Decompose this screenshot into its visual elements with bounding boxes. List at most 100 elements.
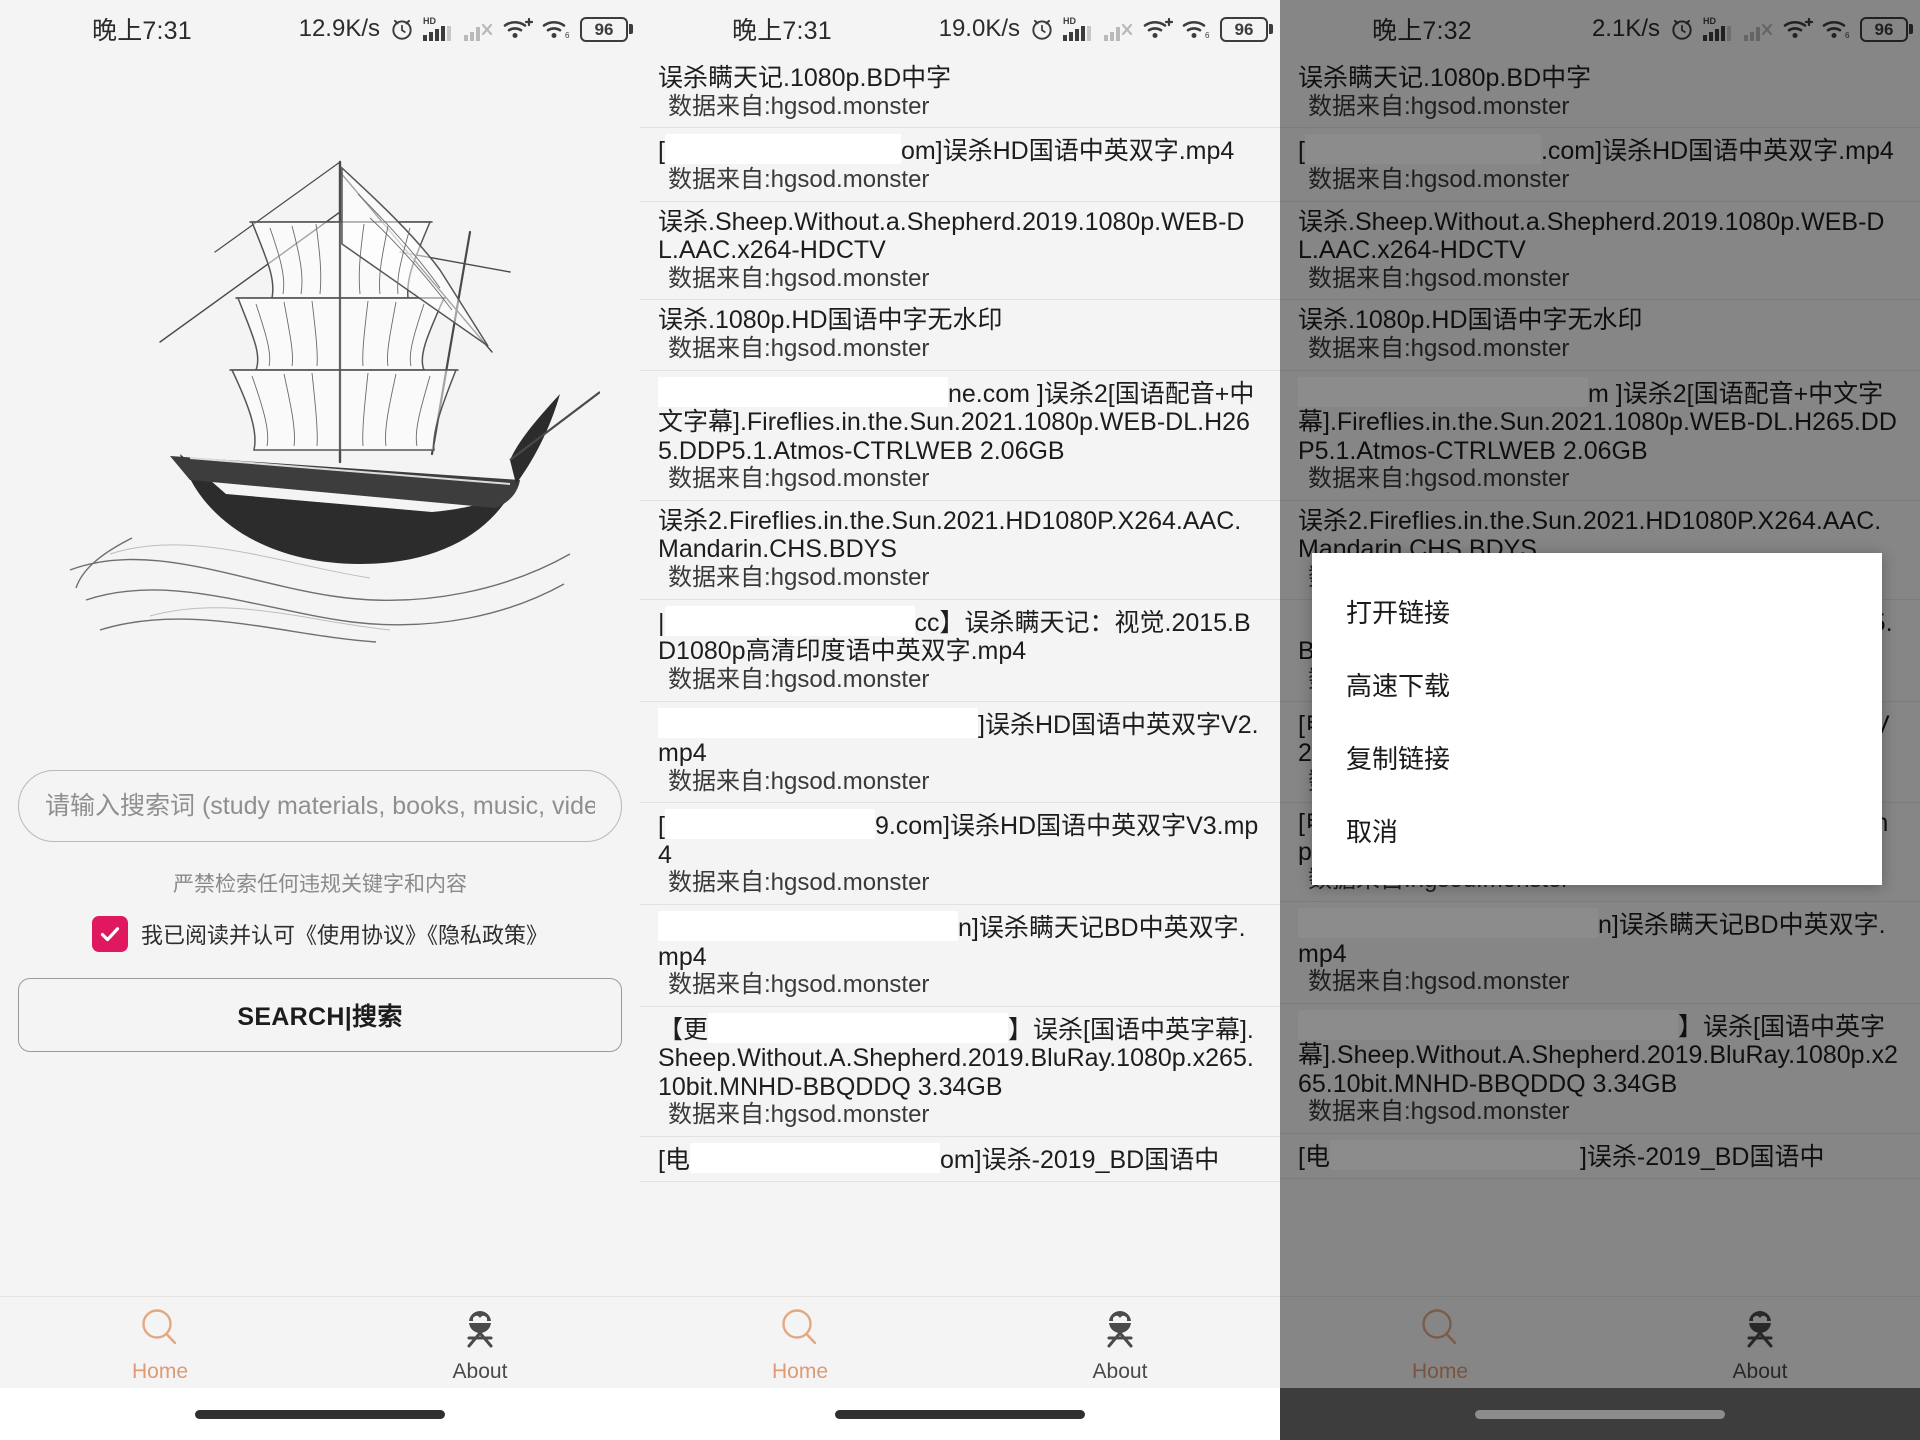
nav-label-home: Home (772, 1361, 828, 1382)
gesture-bar-panel2 (640, 1388, 1280, 1440)
nav-item-about[interactable]: About (320, 1304, 640, 1382)
result-source: 数据来自:hgsod.monster (658, 768, 1262, 797)
signal-off-icon (1103, 15, 1135, 43)
redaction-block (690, 1143, 940, 1173)
result-row[interactable]: 【更】误杀[国语中英字幕].Sheep.Without.A.Shepherd.2… (640, 1007, 1280, 1137)
check-icon (98, 922, 122, 946)
network-speed: 19.0K/s (939, 15, 1020, 43)
result-row[interactable]: [om]误杀HD国语中英双字.mp4数据来自:hgsod.monster (640, 128, 1280, 201)
redaction-block (665, 809, 875, 839)
search-results-list[interactable]: 误杀瞒天记.1080p.BD中字数据来自:hgsod.monster[om]误杀… (640, 58, 1280, 1296)
ship-sketch-svg (40, 102, 600, 662)
three-phone-screenshots: 晚上7:31 12.9K/s HD (0, 0, 1920, 1440)
alarm-icon (1029, 16, 1055, 42)
result-title[interactable]: [9.com]误杀HD国语中英双字V3.mp4 (658, 809, 1262, 869)
result-source: 数据来自:hgsod.monster (658, 869, 1262, 898)
context-menu: 打开链接 高速下载 复制链接 取消 (1312, 553, 1882, 885)
phone-screen-home: 晚上7:31 12.9K/s HD (0, 0, 640, 1440)
agreement-label[interactable]: 我已阅读并认可《使用协议》《隐私政策》 (141, 918, 548, 950)
search-icon (775, 1304, 825, 1359)
status-time: 晚上7:31 (92, 11, 192, 47)
svg-text:6: 6 (1205, 31, 1210, 40)
result-title[interactable]: [电om]误杀-2019_BD国语中 (658, 1143, 1262, 1175)
result-title[interactable]: [om]误杀HD国语中英双字.mp4 (658, 134, 1262, 166)
result-source: 数据来自:hgsod.monster (658, 265, 1262, 294)
result-title[interactable]: 误杀2.Fireflies.in.the.Sun.2021.HD1080P.X2… (658, 507, 1262, 564)
result-row[interactable]: 误杀瞒天记.1080p.BD中字数据来自:hgsod.monster (640, 58, 1280, 128)
signal-off-icon (463, 15, 495, 43)
redaction-block (665, 606, 915, 636)
result-row[interactable]: [9.com]误杀HD国语中英双字V3.mp4数据来自:hgsod.monste… (640, 803, 1280, 905)
result-source: 数据来自:hgsod.monster (658, 971, 1262, 1000)
search-field-wrapper (18, 770, 622, 842)
result-title[interactable]: n]误杀瞒天记BD中英双字.mp4 (658, 911, 1262, 971)
menu-item-copy-link[interactable]: 复制链接 (1312, 721, 1882, 794)
person-icon (1095, 1304, 1145, 1359)
battery-level: 96 (595, 21, 614, 38)
wifi6-icon: 6 (541, 16, 573, 42)
search-input[interactable] (18, 770, 622, 842)
battery-level: 96 (1235, 21, 1254, 38)
menu-item-fast-download[interactable]: 高速下载 (1312, 648, 1882, 721)
nav-label-about: About (1093, 1361, 1148, 1382)
result-row[interactable]: 误杀2.Fireflies.in.the.Sun.2021.HD1080P.X2… (640, 501, 1280, 600)
agreement-row[interactable]: 我已阅读并认可《使用协议》《隐私政策》 (92, 916, 548, 952)
home-indicator[interactable] (195, 1410, 445, 1419)
wifi-plus-icon (502, 16, 534, 42)
battery-icon: 96 (580, 17, 628, 42)
nav-item-home[interactable]: Home (640, 1304, 960, 1382)
battery-icon: 96 (1220, 17, 1268, 42)
nav-label-about: About (453, 1361, 508, 1382)
result-source: 数据来自:hgsod.monster (658, 166, 1262, 195)
result-row[interactable]: ]误杀HD国语中英双字V2.mp4数据来自:hgsod.monster (640, 702, 1280, 804)
sailing-ship-illustration (0, 62, 640, 702)
result-row[interactable]: |cc】误杀瞒天记：视觉.2015.BD1080p高清印度语中英双字.mp4数据… (640, 600, 1280, 702)
result-row[interactable]: 误杀.Sheep.Without.a.Shepherd.2019.1080p.W… (640, 202, 1280, 301)
result-title[interactable]: ne.com ]误杀2[国语配音+中文字幕].Fireflies.in.the.… (658, 377, 1262, 466)
svg-text:HD: HD (423, 16, 436, 26)
redaction-block (658, 377, 948, 407)
person-icon (455, 1304, 505, 1359)
redaction-block (658, 708, 978, 738)
result-row[interactable]: [电om]误杀-2019_BD国语中 (640, 1137, 1280, 1182)
status-time: 晚上7:31 (732, 11, 832, 47)
search-button[interactable]: SEARCH|搜索 (18, 978, 622, 1052)
bottom-nav-panel1: Home About (0, 1296, 640, 1388)
result-title[interactable]: 误杀瞒天记.1080p.BD中字 (658, 64, 1262, 93)
menu-item-cancel[interactable]: 取消 (1312, 794, 1882, 867)
redaction-block (665, 134, 901, 164)
home-indicator[interactable] (835, 1410, 1085, 1419)
result-source: 数据来自:hgsod.monster (658, 666, 1262, 695)
result-source: 数据来自:hgsod.monster (658, 335, 1262, 364)
redaction-block (708, 1013, 1008, 1043)
nav-item-home[interactable]: Home (0, 1304, 320, 1382)
result-row[interactable]: 误杀.1080p.HD国语中字无水印数据来自:hgsod.monster (640, 300, 1280, 370)
result-row[interactable]: n]误杀瞒天记BD中英双字.mp4数据来自:hgsod.monster (640, 905, 1280, 1007)
result-title[interactable]: |cc】误杀瞒天记：视觉.2015.BD1080p高清印度语中英双字.mp4 (658, 606, 1262, 666)
home-content: 严禁检索任何违规关键字和内容 我已阅读并认可《使用协议》《隐私政策》 SEARC… (0, 58, 640, 1440)
result-title[interactable]: 误杀.Sheep.Without.a.Shepherd.2019.1080p.W… (658, 208, 1262, 265)
result-title[interactable]: 【更】误杀[国语中英字幕].Sheep.Without.A.Shepherd.2… (658, 1013, 1262, 1102)
network-speed: 12.9K/s (299, 15, 380, 43)
menu-item-open-link[interactable]: 打开链接 (1312, 575, 1882, 648)
status-bar-panel2: 晚上7:31 19.0K/s HD (640, 0, 1280, 58)
nav-item-about[interactable]: About (960, 1304, 1280, 1382)
result-source: 数据来自:hgsod.monster (658, 1101, 1262, 1130)
hd-signal-icon: HD (422, 15, 456, 43)
agreement-checkbox[interactable] (92, 916, 128, 952)
result-row[interactable]: ne.com ]误杀2[国语配音+中文字幕].Fireflies.in.the.… (640, 371, 1280, 501)
wifi6-icon: 6 (1181, 16, 1213, 42)
nav-label-home: Home (132, 1361, 188, 1382)
result-source: 数据来自:hgsod.monster (658, 564, 1262, 593)
status-bar-panel1: 晚上7:31 12.9K/s HD (0, 0, 640, 58)
bottom-nav-panel2: Home About (640, 1296, 1280, 1388)
hd-signal-icon: HD (1062, 15, 1096, 43)
phone-screen-results: 晚上7:31 19.0K/s HD (640, 0, 1280, 1440)
status-icons: 12.9K/s HD (299, 15, 628, 43)
result-source: 数据来自:hgsod.monster (658, 465, 1262, 494)
result-title[interactable]: ]误杀HD国语中英双字V2.mp4 (658, 708, 1262, 768)
search-icon (135, 1304, 185, 1359)
wifi-plus-icon (1142, 16, 1174, 42)
svg-text:6: 6 (565, 31, 570, 40)
result-title[interactable]: 误杀.1080p.HD国语中字无水印 (658, 306, 1262, 335)
